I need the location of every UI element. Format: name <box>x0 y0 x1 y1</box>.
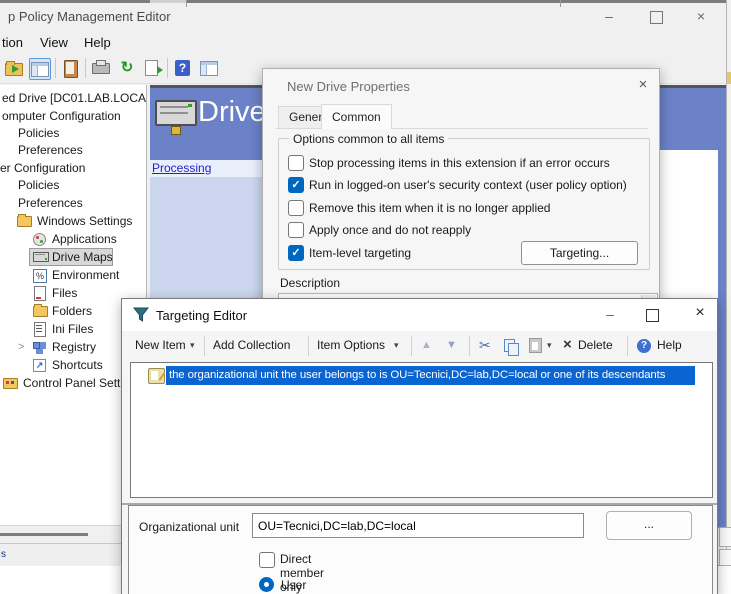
percent-icon: % <box>33 268 48 281</box>
dropdown-icon[interactable]: ▾ <box>547 340 552 351</box>
menu-action[interactable]: tion <box>2 35 23 50</box>
tree-item-policies-user[interactable]: Policies <box>0 176 146 194</box>
tree-item-applications[interactable]: Applications <box>0 230 146 248</box>
checkbox-icon[interactable] <box>288 200 304 216</box>
tree-item-preferences[interactable]: Preferences <box>0 141 146 159</box>
window-top-notch <box>150 0 186 3</box>
ou-item-icon <box>148 368 165 384</box>
file-icon <box>33 286 48 299</box>
checkbox-icon[interactable] <box>288 222 304 238</box>
targeting-items-list: the organizational unit the user belongs… <box>130 362 713 498</box>
registry-icon <box>33 340 48 353</box>
help-icon[interactable]: ? <box>174 58 194 78</box>
folder-icon <box>17 214 32 227</box>
drive-maps-header-icon <box>155 98 195 136</box>
dropdown-icon[interactable]: ▾ <box>190 340 195 351</box>
checkbox-checked-icon[interactable]: ✓ <box>288 177 304 193</box>
menu-view[interactable]: View <box>40 35 68 50</box>
item-options-button[interactable]: Item Options <box>317 338 385 352</box>
description-label: Description <box>280 276 340 290</box>
tree-item-user-configuration[interactable]: er Configuration <box>0 159 146 177</box>
dialog-title: New Drive Properties <box>287 79 410 94</box>
dialog-title: Targeting Editor <box>156 308 247 323</box>
control-panel-icon <box>3 376 18 389</box>
cut-icon[interactable]: ✂ <box>479 337 491 354</box>
new-item-button[interactable]: New Item <box>135 338 186 352</box>
checkbox-checked-icon[interactable]: ✓ <box>288 245 304 261</box>
help-circle-icon[interactable]: ? <box>637 339 651 353</box>
window-title: p Policy Management Editor <box>8 9 171 24</box>
export-list-icon[interactable] <box>143 58 163 78</box>
back-folder-icon[interactable] <box>4 58 24 78</box>
targeting-editor-dialog: Targeting Editor – × New Item ▾ Add Coll… <box>121 298 718 594</box>
expand-chevron-icon[interactable]: > <box>18 338 24 356</box>
scrollbar-button[interactable] <box>719 549 731 566</box>
dropdown-icon[interactable]: ▾ <box>394 340 399 351</box>
tree-item-drive-maps[interactable]: Drive Maps <box>0 248 146 266</box>
minimize-icon[interactable]: – <box>599 305 621 323</box>
scrollbar-button[interactable] <box>719 527 731 547</box>
window-top-border <box>0 0 731 3</box>
ini-file-icon <box>33 322 48 335</box>
disc-icon <box>33 232 48 245</box>
targeting-toolbar: New Item ▾ Add Collection Item Options ▾… <box>122 331 717 361</box>
tab-common[interactable]: Common <box>321 104 392 129</box>
screen: p Policy Management Editor – × tion View… <box>0 0 731 594</box>
folder-new-icon <box>33 304 48 317</box>
print-icon[interactable] <box>91 58 111 78</box>
close-button[interactable]: × <box>690 7 712 25</box>
group-label: Options common to all items <box>289 132 448 146</box>
checkbox-icon[interactable] <box>259 552 275 568</box>
ou-input[interactable] <box>252 513 584 538</box>
paste-icon[interactable] <box>61 58 81 78</box>
tree-item-policies[interactable]: Policies <box>0 124 146 142</box>
close-icon[interactable]: × <box>633 77 653 95</box>
move-up-icon[interactable]: ▲ <box>421 339 432 351</box>
menu-help[interactable]: Help <box>84 35 111 50</box>
ou-label: Organizational unit <box>139 520 239 534</box>
radio-selected-icon[interactable] <box>259 577 274 592</box>
delete-x-icon[interactable]: × <box>563 336 572 353</box>
background-fragment <box>727 72 731 84</box>
item-properties-panel: Organizational unit ... Direct member on… <box>128 505 713 594</box>
tree-item-environment[interactable]: %Environment <box>0 266 146 284</box>
add-collection-button[interactable]: Add Collection <box>213 338 290 352</box>
maximize-icon[interactable] <box>646 309 659 322</box>
shortcut-icon: ↗ <box>33 358 48 371</box>
window-right-edge <box>726 0 731 565</box>
filter-icon <box>133 307 149 323</box>
menu-bar: tion View Help <box>0 31 731 54</box>
delete-button[interactable]: Delete <box>578 338 613 352</box>
checkbox-icon[interactable] <box>288 155 304 171</box>
top-tick <box>186 0 187 7</box>
refresh-icon[interactable]: ↻ <box>117 58 137 78</box>
maximize-button[interactable] <box>650 11 663 24</box>
console-tree-toggle-icon[interactable] <box>29 58 51 80</box>
tree-item-preferences-user[interactable]: Preferences <box>0 194 146 212</box>
browse-button[interactable]: ... <box>606 511 692 540</box>
tree-item-mapped-drive[interactable]: ed Drive [DC01.LAB.LOCA <box>0 89 146 107</box>
targeting-button[interactable]: Targeting... <box>521 241 638 265</box>
tree-item-windows-settings[interactable]: Windows Settings <box>0 212 146 230</box>
copy-icon[interactable] <box>504 339 515 352</box>
top-tick <box>560 0 561 7</box>
close-icon[interactable]: × <box>689 305 711 323</box>
drive-icon <box>33 250 48 263</box>
dialog-title-bar: Targeting Editor – × <box>122 299 717 331</box>
new-window-icon[interactable] <box>199 58 219 78</box>
help-button[interactable]: Help <box>657 338 682 352</box>
paste-icon[interactable] <box>529 338 542 353</box>
processing-link[interactable]: Processing <box>152 161 211 175</box>
minimize-button[interactable]: – <box>598 7 620 25</box>
tree-item-computer-configuration[interactable]: omputer Configuration <box>0 107 146 125</box>
scrollbar-thumb[interactable] <box>0 533 88 536</box>
move-down-icon[interactable]: ▼ <box>446 339 457 351</box>
